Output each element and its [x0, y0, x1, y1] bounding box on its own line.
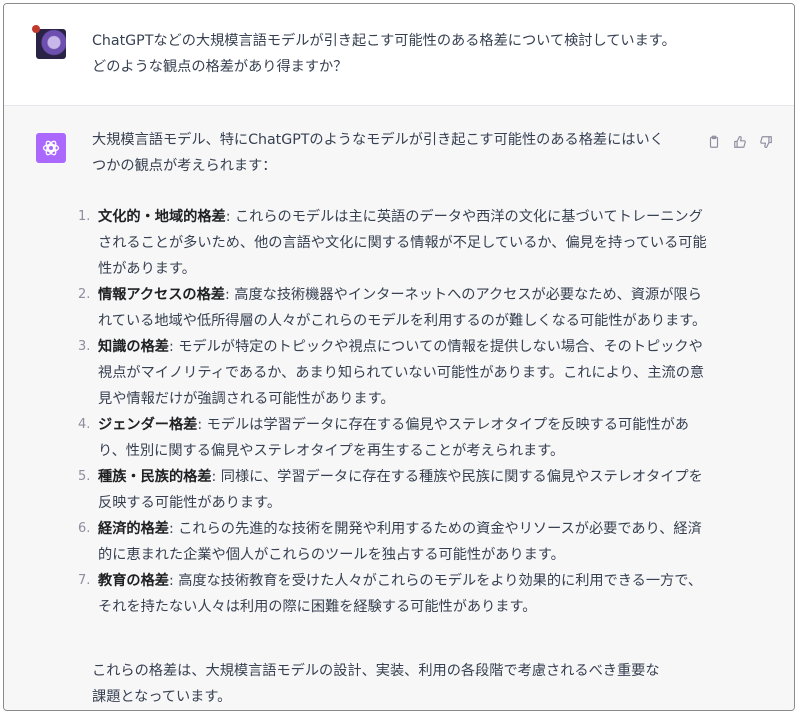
list-number: 5.	[78, 469, 91, 484]
list-item: 6. 経済的格差: これらの先進的な技術を開発や利用するための資金やリソースが必…	[78, 516, 710, 568]
item-title: 種族・民族的格差	[98, 469, 212, 485]
list-item: 3. 知識の格差: モデルが特定のトピックや視点についての情報を提供しない場合、…	[78, 334, 710, 412]
list-item: 2. 情報アクセスの格差: 高度な技術機器やインターネットへのアクセスが必要なた…	[78, 282, 710, 334]
item-title: 経済的格差	[98, 521, 169, 537]
chat-frame: ChatGPTなどの大規模言語モデルが引き起こす可能性のある格差について検討して…	[3, 3, 795, 711]
list-item: 1. 文化的・地域的格差: これらのモデルは主に英語のデータや西洋の文化に基づい…	[78, 204, 710, 282]
list-item: 7. 教育の格差: 高度な技術教育を受けた人々がこれらのモデルをより効果的に利用…	[78, 568, 710, 620]
item-body: : モデルが特定のトピックや視点についての情報を提供しない場合、そのトピックや視…	[98, 339, 705, 407]
thumbs-up-icon[interactable]	[732, 134, 748, 150]
item-title: 情報アクセスの格差	[98, 287, 225, 303]
clipboard-icon[interactable]	[706, 134, 722, 150]
assistant-message-row: 大規模言語モデル、特にChatGPTのようなモデルが引き起こす可能性のある格差に…	[4, 106, 794, 710]
thumbs-down-icon[interactable]	[758, 134, 774, 150]
list-item: 4. ジェンダー格差: モデルは学習データに存在する偏見やステレオタイプを反映す…	[78, 412, 710, 464]
list-number: 2.	[78, 287, 91, 302]
item-title: 文化的・地域的格差	[98, 209, 226, 225]
user-avatar	[32, 25, 66, 59]
list-number: 1.	[78, 209, 91, 224]
item-body: : 高度な技術教育を受けた人々がこれらのモデルをより効果的に利用できる一方で、そ…	[98, 573, 703, 615]
user-message-text: ChatGPTなどの大規模言語モデルが引き起こす可能性のある格差について検討して…	[92, 33, 676, 75]
disparity-list: 1. 文化的・地域的格差: これらのモデルは主に英語のデータや西洋の文化に基づい…	[78, 204, 710, 620]
item-body: : これらの先進的な技術を開発や利用するための資金やリソースが必要であり、経済的…	[98, 521, 702, 563]
assistant-intro-text: 大規模言語モデル、特にChatGPTのようなモデルが引き起こす可能性のある格差に…	[92, 132, 664, 174]
openai-logo-icon	[36, 133, 66, 163]
assistant-outro-text: これらの格差は、大規模言語モデルの設計、実装、利用の各段階で考慮されるべき重要な…	[92, 663, 660, 705]
item-title: ジェンダー格差	[98, 417, 198, 433]
list-number: 6.	[78, 521, 91, 536]
user-message-row: ChatGPTなどの大規模言語モデルが引き起こす可能性のある格差について検討して…	[4, 4, 794, 106]
item-title: 知識の格差	[98, 339, 169, 355]
list-item: 5. 種族・民族的格差: 同様に、学習データに存在する種族や民族に関する偏見やス…	[78, 464, 710, 516]
list-number: 7.	[78, 573, 91, 588]
list-number: 3.	[78, 339, 91, 354]
message-actions	[706, 134, 774, 150]
list-number: 4.	[78, 417, 91, 432]
item-title: 教育の格差	[98, 573, 169, 589]
